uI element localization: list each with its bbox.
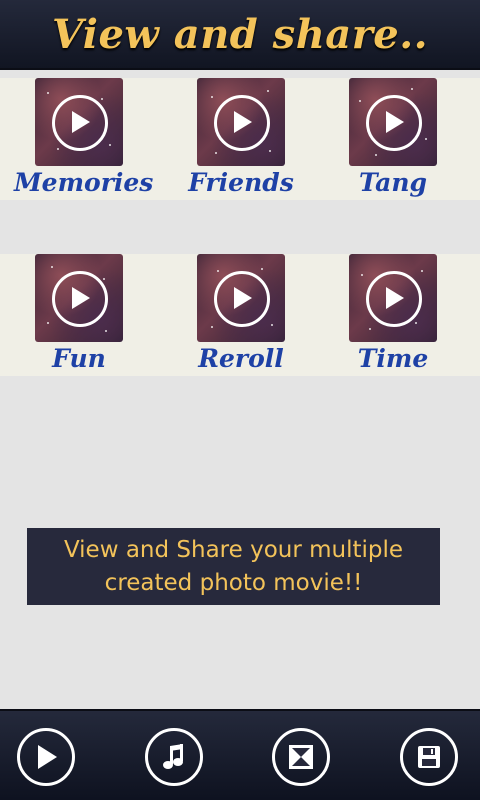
info-line-1: View and Share your multiple [63, 536, 404, 563]
star-dot [359, 100, 361, 102]
play-icon [38, 745, 57, 769]
star-dot [425, 138, 427, 140]
play-button[interactable] [17, 728, 75, 786]
play-icon [234, 287, 252, 309]
star-dot [47, 92, 49, 94]
star-dot [369, 328, 371, 330]
star-dot [375, 154, 377, 156]
music-note-icon [163, 744, 183, 769]
video-label[interactable]: Tang [328, 168, 458, 197]
info-line-2: created photo movie!! [104, 569, 363, 596]
save-icon [418, 746, 440, 768]
hourglass-icon [289, 745, 313, 769]
star-dot [267, 90, 269, 92]
video-thumbnail[interactable] [197, 78, 285, 166]
video-tile-friends[interactable]: Friends [176, 78, 306, 197]
video-label[interactable]: Friends [176, 168, 306, 197]
star-dot [271, 324, 273, 326]
star-dot [211, 96, 213, 98]
star-dot [51, 266, 53, 268]
star-dot [109, 144, 111, 146]
video-label[interactable]: Reroll [176, 344, 306, 373]
video-tile-tang[interactable]: Tang [328, 78, 458, 197]
play-icon [72, 111, 90, 133]
page-title: View and share.. [51, 10, 429, 58]
bottom-nav-bar [0, 709, 480, 800]
star-dot [215, 152, 217, 154]
star-dot [211, 326, 213, 328]
info-banner: View and Share your multiple created pho… [27, 528, 440, 605]
video-thumbnail[interactable] [35, 254, 123, 342]
star-dot [411, 88, 413, 90]
save-button[interactable] [400, 728, 458, 786]
star-dot [105, 330, 107, 332]
play-icon [386, 287, 404, 309]
video-tile-memories[interactable]: Memories [14, 78, 153, 197]
play-icon [234, 111, 252, 133]
video-thumbnail[interactable] [349, 254, 437, 342]
star-dot [57, 148, 59, 150]
music-button[interactable] [145, 728, 203, 786]
header-bar: View and share.. [0, 0, 480, 70]
video-label[interactable]: Fun [14, 344, 144, 373]
video-tile-reroll[interactable]: Reroll [176, 254, 306, 373]
star-dot [101, 98, 103, 100]
star-dot [361, 274, 363, 276]
video-tile-time[interactable]: Time [328, 254, 458, 373]
play-icon [72, 287, 90, 309]
video-label[interactable]: Time [328, 344, 458, 373]
video-thumbnail[interactable] [349, 78, 437, 166]
star-dot [415, 322, 417, 324]
star-dot [261, 268, 263, 270]
star-dot [269, 150, 271, 152]
video-label[interactable]: Memories [14, 168, 153, 197]
video-thumbnail[interactable] [35, 78, 123, 166]
star-dot [47, 322, 49, 324]
star-dot [421, 270, 423, 272]
star-dot [103, 278, 105, 280]
video-thumbnail[interactable] [197, 254, 285, 342]
hourglass-button[interactable] [272, 728, 330, 786]
play-icon [386, 111, 404, 133]
video-tile-fun[interactable]: Fun [14, 254, 144, 373]
star-dot [217, 270, 219, 272]
